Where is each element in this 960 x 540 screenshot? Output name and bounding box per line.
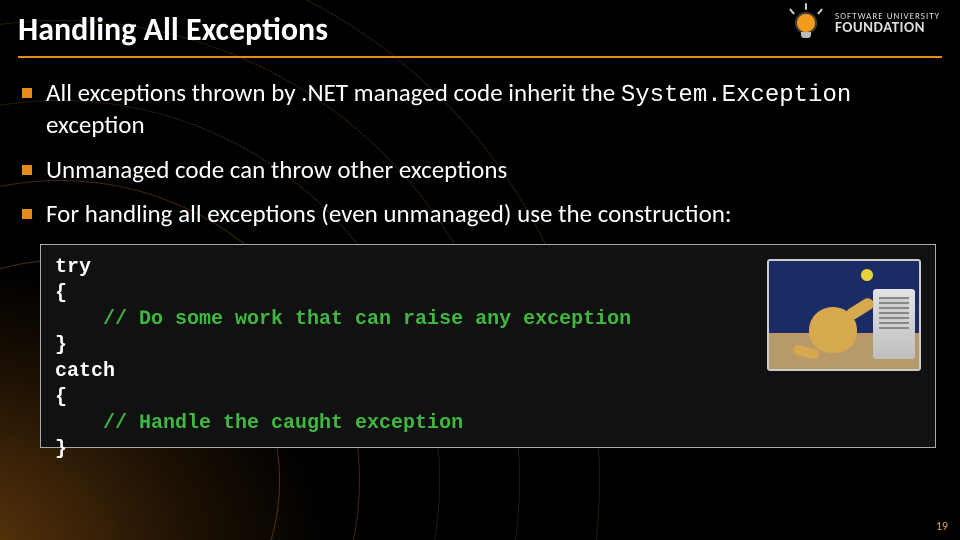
bullet-item: All exceptions thrown by .NET managed co… [20, 78, 940, 141]
code-comment: // Do some work that can raise any excep… [55, 308, 631, 331]
code-block: try { // Do some work that can raise any… [40, 244, 936, 448]
brand-line2: FOUNDATION [835, 21, 940, 36]
bullet-item: Unmanaged code can throw other exception… [20, 155, 940, 186]
bullet-text: Unmanaged code can throw other exception… [46, 154, 507, 185]
bullet-text: For handling all exceptions (even unmana… [46, 198, 732, 229]
content-area: All exceptions thrown by .NET managed co… [20, 78, 940, 448]
code-comment: // Handle the caught exception [55, 412, 463, 435]
bullet-list: All exceptions thrown by .NET managed co… [20, 78, 940, 230]
page-number: 19 [936, 520, 948, 534]
bullet-text: All exceptions thrown by .NET managed co… [46, 77, 621, 108]
lightbulb-icon [791, 6, 827, 42]
inline-code: System.Exception [621, 82, 851, 109]
title-underline [18, 56, 942, 58]
bullet-item: For handling all exceptions (even unmana… [20, 199, 940, 230]
brand-text: SOFTWARE UNIVERSITY FOUNDATION [835, 12, 940, 36]
bullet-text: exception [46, 109, 145, 140]
brand-logo: SOFTWARE UNIVERSITY FOUNDATION [791, 6, 940, 42]
slide: Handling All Exceptions SOFTWARE UNIVERS… [0, 0, 960, 540]
cat-illustration [767, 259, 921, 371]
